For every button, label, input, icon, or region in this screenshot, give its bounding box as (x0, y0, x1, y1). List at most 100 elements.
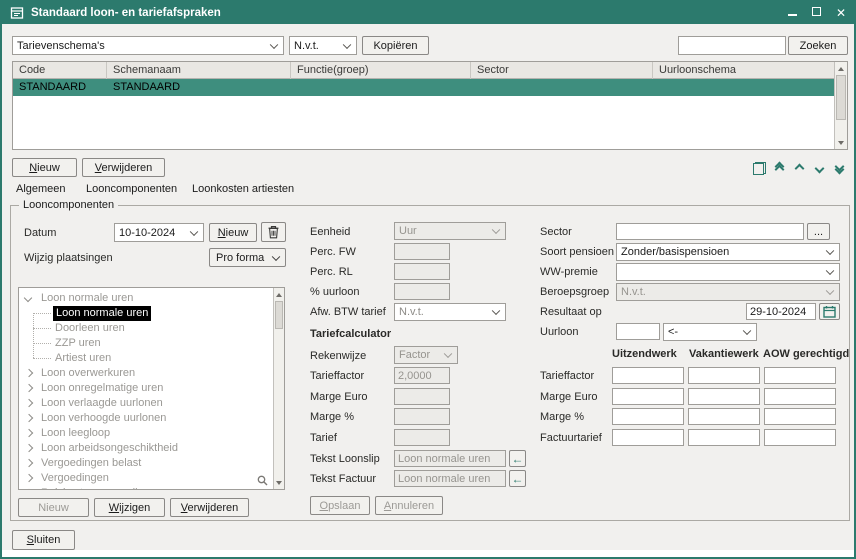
schema-combobox[interactable]: Tarievenschema's (12, 36, 284, 55)
rekenwijze-combobox[interactable]: Factor (394, 346, 458, 364)
marge-pct-input[interactable] (394, 408, 450, 425)
scroll-down-button[interactable] (835, 136, 847, 149)
matrix-input[interactable] (764, 408, 836, 425)
tekst-loonslip-input[interactable] (394, 450, 506, 467)
chevron-right-icon[interactable] (25, 414, 33, 422)
sector-browse-button[interactable]: ... (807, 223, 830, 240)
uurloon-input[interactable] (616, 323, 660, 340)
looncomponenten-tree: Loon normale uren Loon normale uren Door… (18, 287, 285, 490)
copy-schema-button[interactable]: Kopiëren (362, 36, 429, 55)
matrix-input[interactable] (764, 429, 836, 446)
filter-combobox[interactable]: N.v.t. (289, 36, 357, 55)
left-arrow-icon: ← (512, 452, 524, 466)
beroepsgroep-combobox[interactable]: N.v.t. (616, 283, 840, 301)
tab-algemeen[interactable]: Algemeen (16, 183, 66, 195)
matrix-input[interactable] (764, 367, 836, 384)
chevron-right-icon[interactable] (25, 444, 33, 452)
matrix-row-label-marge-pct: Marge % (540, 411, 584, 423)
scrollbar-thumb[interactable] (836, 75, 846, 120)
soort-pensioen-combobox[interactable]: Zonder/basispensioen (616, 243, 840, 261)
resultaat-op-calendar-button[interactable] (819, 303, 840, 320)
matrix-input[interactable] (688, 408, 760, 425)
perc-fw-input[interactable] (394, 243, 450, 260)
matrix-input[interactable] (688, 429, 760, 446)
copy-factuur-text-button[interactable]: ← (509, 470, 526, 487)
delete-date-button[interactable] (261, 222, 286, 242)
first-record-button[interactable] (770, 159, 788, 177)
table-scrollbar[interactable] (834, 62, 847, 149)
chevron-right-icon[interactable] (25, 459, 33, 467)
matrix-header-uitzendwerk: Uitzendwerk (612, 348, 677, 360)
matrix-input[interactable] (612, 408, 684, 425)
chevron-right-icon[interactable] (25, 474, 33, 482)
chevron-right-icon[interactable] (25, 384, 33, 392)
edit-component-button[interactable]: Wijzigen (94, 498, 165, 517)
search-button[interactable]: Zoeken (788, 36, 848, 55)
tekst-factuur-input[interactable] (394, 470, 506, 487)
chevron-right-icon[interactable] (25, 369, 33, 377)
search-input[interactable] (678, 36, 786, 55)
maximize-button[interactable] (812, 7, 821, 19)
pct-uurloon-input[interactable] (394, 283, 450, 300)
new-date-button[interactable]: Nieuw (209, 223, 257, 242)
duplicate-button[interactable] (750, 159, 768, 177)
column-header-code[interactable]: Code (13, 62, 107, 79)
sector-input[interactable] (616, 223, 804, 240)
rekenwijze-label: Rekenwijze (310, 350, 366, 362)
tarieffactor-input[interactable] (394, 367, 450, 384)
scroll-up-button[interactable] (274, 288, 284, 301)
scroll-down-icon (838, 141, 844, 145)
matrix-input[interactable] (612, 367, 684, 384)
next-record-button[interactable] (810, 159, 828, 177)
matrix-input[interactable] (612, 388, 684, 405)
eenheid-combobox[interactable]: Uur (394, 222, 506, 240)
tekst-loonslip-label: Tekst Loonslip (310, 453, 380, 465)
column-header-functiegroep[interactable]: Functie(groep) (291, 62, 471, 79)
copy-loonslip-text-button[interactable]: ← (509, 450, 526, 467)
afw-btw-tarief-combobox[interactable]: N.v.t. (394, 303, 506, 321)
tarief-input[interactable] (394, 429, 450, 446)
last-record-button[interactable] (830, 159, 848, 177)
delete-schema-button[interactable]: Verwijderen (82, 158, 165, 177)
previous-record-button[interactable] (790, 159, 808, 177)
matrix-input[interactable] (764, 388, 836, 405)
close-window-button[interactable]: Sluiten (12, 530, 75, 550)
save-button[interactable]: Opslaan (310, 496, 370, 515)
uurloon-source-combobox[interactable]: <- (663, 323, 757, 341)
column-header-sector[interactable]: Sector (471, 62, 653, 79)
chevron-down-icon[interactable] (24, 294, 32, 302)
resultaat-op-label: Resultaat op (540, 306, 602, 318)
marge-euro-input[interactable] (394, 388, 450, 405)
tab-loonkosten-artiesten[interactable]: Loonkosten artiesten (192, 183, 294, 195)
minimize-button[interactable] (788, 7, 797, 19)
chevron-right-icon[interactable] (25, 429, 33, 437)
chevron-up-icon (794, 163, 804, 173)
matrix-row-label-tarieffactor: Tarieffactor (540, 370, 594, 382)
tree-scrollbar[interactable] (273, 288, 284, 489)
new-component-button[interactable]: Nieuw (18, 498, 89, 517)
chevron-right-icon[interactable] (25, 489, 33, 490)
perc-rl-input[interactable] (394, 263, 450, 280)
new-schema-button[interactable]: Nieuw (12, 158, 77, 177)
matrix-row-label-marge-euro: Marge Euro (540, 391, 597, 403)
scroll-down-button[interactable] (274, 476, 284, 489)
proforma-dropdown-button[interactable]: Pro forma (209, 248, 286, 267)
resultaat-op-input[interactable] (746, 303, 816, 320)
cell-schemanaam: STANDAARD (107, 79, 291, 96)
column-header-uurloonschema[interactable]: Uurloonschema (653, 62, 836, 79)
datum-combobox[interactable]: 10-10-2024 (114, 223, 204, 242)
scroll-up-button[interactable] (835, 62, 847, 75)
matrix-input[interactable] (688, 388, 760, 405)
close-button[interactable]: ✕ (836, 7, 846, 19)
column-header-schemanaam[interactable]: Schemanaam (107, 62, 291, 79)
tab-looncomponenten[interactable]: Looncomponenten (86, 183, 177, 195)
cancel-button[interactable]: Annuleren (375, 496, 443, 515)
chevron-right-icon[interactable] (25, 399, 33, 407)
table-row-selected[interactable]: STANDAARD STANDAARD (13, 79, 834, 96)
delete-component-button[interactable]: Verwijderen (170, 498, 249, 517)
matrix-input[interactable] (688, 367, 760, 384)
matrix-input[interactable] (612, 429, 684, 446)
ww-premie-combobox[interactable] (616, 263, 840, 281)
scrollbar-thumb[interactable] (275, 301, 283, 329)
tree-search-button[interactable] (257, 475, 268, 489)
